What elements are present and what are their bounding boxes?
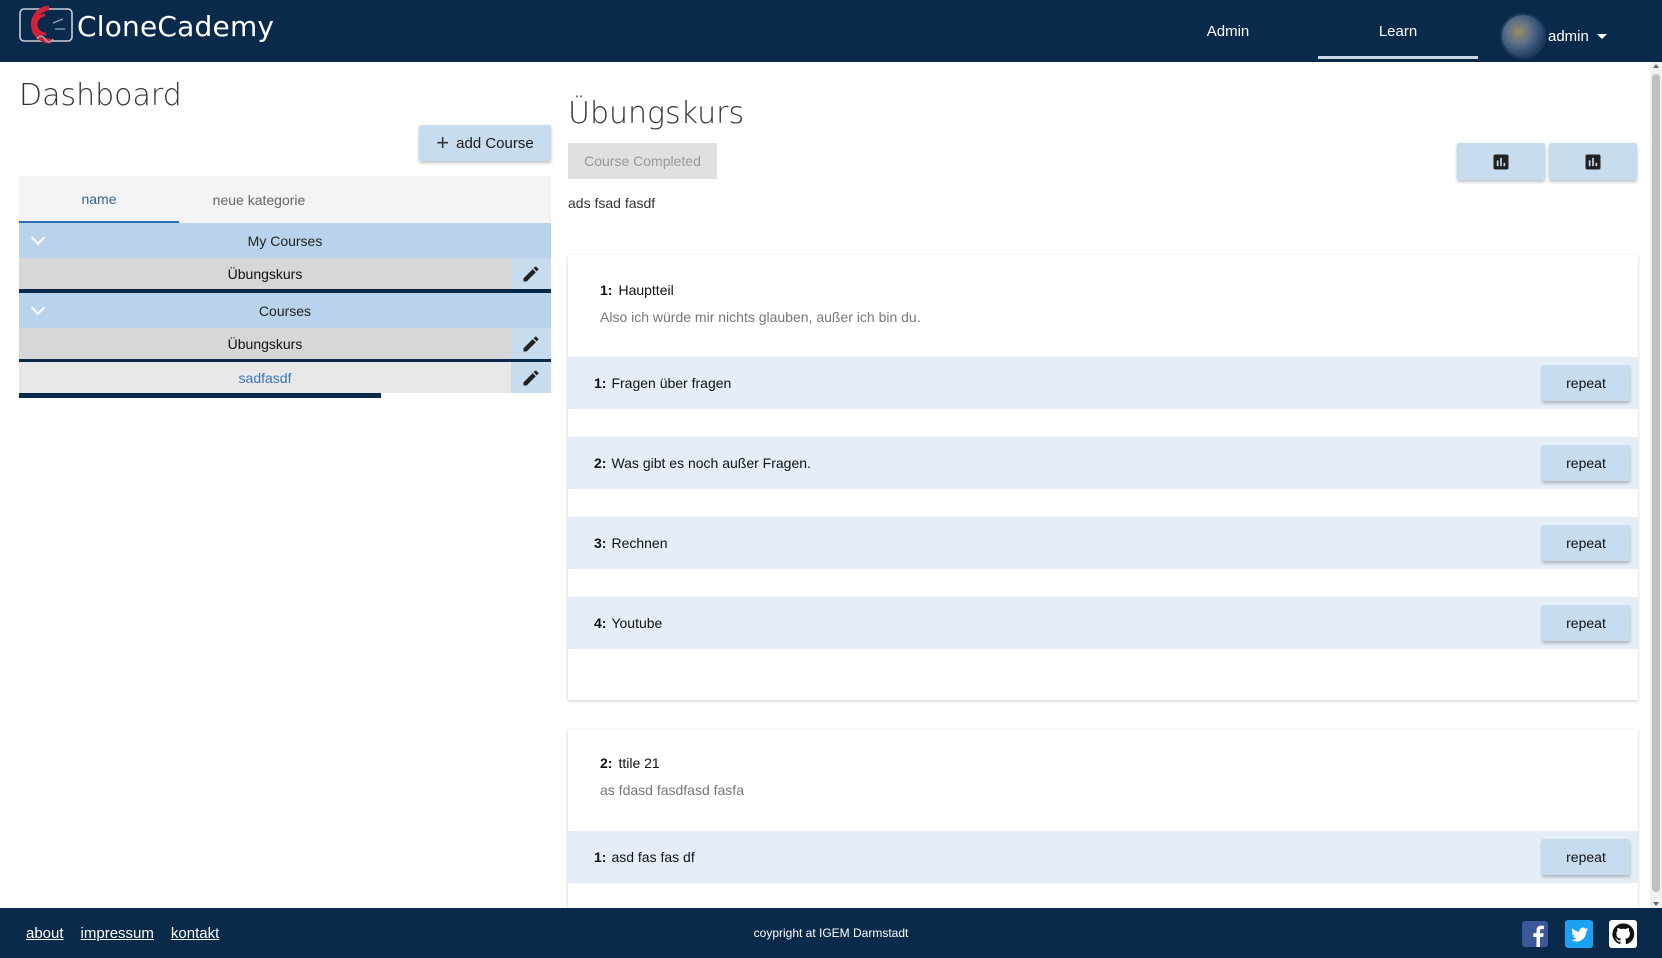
sort-tabs: name neue kategorie: [19, 176, 551, 223]
module-heading: 2: ttile 21: [600, 755, 660, 771]
group-title: Courses: [258, 302, 312, 319]
course-row[interactable]: sadfasdf: [19, 362, 551, 398]
module-heading: 1: Hauptteil: [600, 282, 674, 298]
clonecademy-logo: [19, 3, 73, 49]
scrollbar-thumb[interactable]: [1652, 74, 1660, 892]
repeat-button[interactable]: repeat: [1542, 605, 1630, 641]
page-scrollbar[interactable]: [1650, 62, 1662, 908]
lesson-number: 2:: [594, 455, 607, 471]
group-title: My Courses: [247, 232, 323, 249]
edit-course-button[interactable]: [511, 362, 551, 393]
lesson-row: 2: Was gibt es noch außer Fragen. repeat: [568, 437, 1638, 489]
course-completed-badge: Course Completed: [568, 143, 717, 179]
tab-neue-kategorie[interactable]: neue kategorie: [179, 176, 339, 223]
footer-link-kontakt[interactable]: kontakt: [171, 925, 219, 942]
pencil-icon: [523, 265, 539, 281]
module-description: Also ich würde mir nichts glauben, außer…: [600, 309, 921, 325]
course-row[interactable]: Übungskurs: [19, 258, 551, 294]
copyright-text: coypright at IGEM Darmstadt: [753, 926, 909, 940]
brand-link[interactable]: CloneCademy: [19, 3, 274, 49]
chevron-down-icon: [30, 230, 46, 246]
lesson-title: Youtube: [611, 615, 663, 631]
plus-icon: +: [436, 130, 450, 155]
user-menu[interactable]: admin: [1500, 13, 1607, 59]
tab-name[interactable]: name: [19, 176, 179, 223]
nav-learn[interactable]: Learn: [1318, 0, 1478, 62]
course-progress-bar: [19, 393, 381, 398]
bar-chart-icon: [1493, 154, 1509, 169]
avatar: [1500, 13, 1546, 59]
nav-learn-label: Learn: [1378, 22, 1418, 40]
lesson-row: 3: Rechnen repeat: [568, 517, 1638, 569]
module-card: 2: ttile 21 as fdasd fasdfasd fasfa 1: as…: [568, 729, 1638, 908]
lesson-row: 4: Youtube repeat: [568, 597, 1638, 649]
add-course-button[interactable]: + add Course: [419, 125, 551, 161]
course-name[interactable]: Übungskurs: [19, 258, 511, 289]
brand-name: CloneCademy: [77, 9, 275, 43]
module-title: Hauptteil: [618, 282, 674, 298]
course-name[interactable]: Übungskurs: [19, 328, 511, 359]
repeat-button[interactable]: repeat: [1542, 445, 1630, 481]
lesson-title: Was gibt es noch außer Fragen.: [611, 455, 811, 471]
top-navbar: CloneCademy Admin Learn admin: [0, 0, 1662, 62]
lesson-number: 4:: [594, 615, 607, 631]
edit-course-button[interactable]: [511, 258, 551, 289]
repeat-button[interactable]: repeat: [1542, 839, 1630, 875]
course-name[interactable]: sadfasdf: [19, 362, 511, 393]
course-description: ads fsad fasdf: [568, 195, 656, 211]
nav-admin[interactable]: Admin: [1170, 0, 1286, 62]
footer: coypright at IGEM Darmstadt about impres…: [0, 908, 1662, 958]
module-number: 2:: [600, 755, 613, 771]
caret-down-icon: [1596, 33, 1607, 39]
lesson-row: 1: Fragen über fragen repeat: [568, 357, 1638, 409]
module-number: 1:: [600, 282, 613, 298]
footer-link-about[interactable]: about: [26, 925, 64, 942]
lesson-title: Fragen über fragen: [611, 375, 732, 391]
lesson-number: 1:: [594, 849, 607, 865]
chevron-down-icon: [30, 300, 46, 316]
footer-link-impressum[interactable]: impressum: [81, 925, 154, 942]
pencil-icon: [523, 369, 539, 385]
user-name: admin: [1548, 27, 1589, 45]
scroll-down-icon[interactable]: [1653, 902, 1659, 906]
add-course-label: add Course: [456, 134, 534, 152]
github-icon[interactable]: [1609, 920, 1637, 948]
lesson-number: 3:: [594, 535, 607, 551]
pencil-icon: [523, 335, 539, 351]
lesson-title: Rechnen: [611, 535, 668, 551]
course-title: Übungskurs: [568, 96, 745, 131]
lesson-title: asd fas fas df: [611, 849, 695, 865]
statistics-button[interactable]: [1457, 143, 1545, 180]
lesson-number: 1:: [594, 375, 607, 391]
repeat-button[interactable]: repeat: [1542, 365, 1630, 401]
twitter-icon[interactable]: [1565, 920, 1593, 948]
module-card: 1: Hauptteil Also ich würde mir nichts gl…: [568, 255, 1638, 700]
page-title: Dashboard: [19, 78, 182, 113]
module-description: as fdasd fasdfasd fasfa: [600, 782, 744, 798]
scroll-up-icon[interactable]: [1653, 64, 1659, 68]
bar-chart-icon: [1585, 154, 1601, 169]
group-header-courses[interactable]: Courses: [19, 293, 551, 328]
footer-links: about impressum kontakt: [26, 908, 236, 958]
lesson-row: 1: asd fas fas df repeat: [568, 831, 1638, 883]
facebook-icon[interactable]: [1521, 920, 1549, 948]
edit-course-button[interactable]: [511, 328, 551, 359]
active-tab-indicator: [1318, 56, 1478, 59]
group-header-my-courses[interactable]: My Courses: [19, 223, 551, 258]
module-title: ttile 21: [618, 755, 660, 771]
course-row[interactable]: Übungskurs: [19, 328, 551, 364]
repeat-button[interactable]: repeat: [1542, 525, 1630, 561]
statistics-button[interactable]: [1549, 143, 1637, 180]
